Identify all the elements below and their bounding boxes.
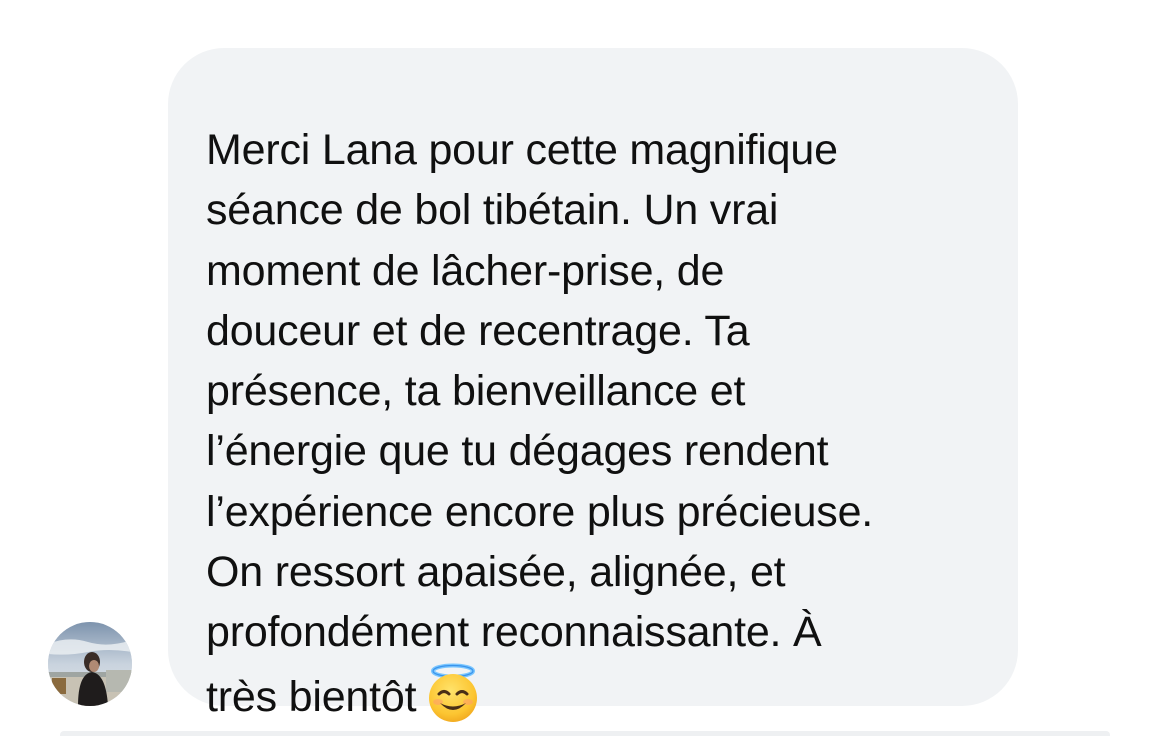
message-line: Merci Lana pour cette magnifique [206,126,838,174]
message-line: l’expérience encore plus précieuse. [206,487,874,536]
message-line: l’énergie que tu dégages rendent [206,427,829,476]
message-line: présence, ta bienveillance et [206,367,746,416]
message-line: profondément reconnaissante. À [206,608,822,657]
smiling-face-with-halo-icon [424,663,482,723]
message-last-line: très bientôt [206,663,978,727]
message-line: très bientôt [206,672,417,721]
message-line: On ressort apaisée, alignée, et [206,548,786,597]
message-bubble[interactable]: Merci Lana pour cette magnifique séance … [168,48,1018,722]
message-line: séance de bol tibétain. Un vrai [206,186,779,235]
avatar-photo [48,622,132,706]
message-line: douceur et de recentrage. Ta [206,306,750,355]
sender-avatar[interactable] [48,622,132,706]
message-line: moment de lâcher-prise, de [206,246,725,295]
next-message-edge [60,731,1110,736]
message-text: Merci Lana pour cette magnifique séance … [206,120,978,727]
message-thread: Merci Lana pour cette magnifique séance … [0,0,1170,736]
